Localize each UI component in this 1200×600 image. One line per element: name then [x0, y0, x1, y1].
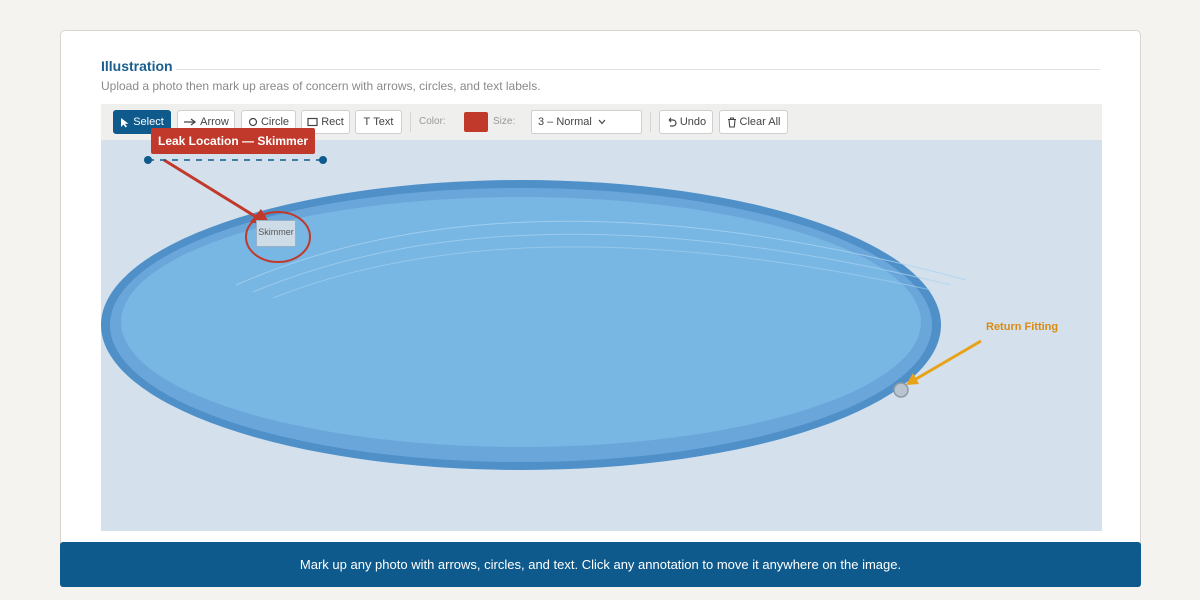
- section-subtitle: Upload a photo then mark up areas of con…: [101, 79, 541, 93]
- title-divider: [176, 69, 1100, 70]
- toolbar-divider: [650, 112, 651, 132]
- skimmer-arrow-annotation[interactable]: [163, 158, 262, 222]
- color-label: Color:: [419, 116, 446, 127]
- undo-label: Undo: [679, 116, 707, 128]
- chevron-down-icon: [598, 119, 606, 125]
- rect-icon: [307, 117, 318, 127]
- size-label: Size:: [493, 116, 516, 127]
- pool-water: [121, 197, 921, 447]
- markup-canvas[interactable]: Skimmer Return Fitting: [101, 140, 1102, 531]
- leak-location-label[interactable]: Leak Location — Skimmer: [151, 128, 316, 154]
- circle-icon: [248, 117, 258, 127]
- arrow-tool-label: Arrow: [200, 116, 229, 128]
- pool-image: [101, 156, 982, 470]
- selection-handle[interactable]: [319, 156, 327, 164]
- section-title: Illustration: [101, 58, 173, 74]
- circle-tool-label: Circle: [260, 116, 290, 128]
- trash-icon: [727, 116, 736, 128]
- undo-button[interactable]: Undo: [659, 110, 713, 134]
- rect-tool-label: Rect: [321, 116, 344, 128]
- color-swatch[interactable]: [464, 112, 488, 132]
- size-value: 3 – Normal: [538, 116, 592, 128]
- text-icon: T: [363, 116, 371, 128]
- undo-icon: [668, 117, 677, 127]
- text-tool-label: Text: [373, 116, 394, 128]
- illustration-card: Illustration Upload a photo then mark up…: [60, 30, 1141, 570]
- select-icon: [121, 117, 129, 127]
- return-fitting: [893, 382, 909, 398]
- toolbar-divider: [410, 112, 411, 132]
- clear-all-label: Clear All: [739, 116, 781, 128]
- select-tool-label: Select: [133, 116, 164, 128]
- arrow-icon: [184, 118, 197, 126]
- size-select[interactable]: 3 – Normal: [531, 110, 642, 134]
- return-fitting-label[interactable]: Return Fitting: [986, 321, 1058, 333]
- text-tool-button[interactable]: T Text: [355, 110, 402, 134]
- skimmer-box: Skimmer: [256, 220, 296, 247]
- footer-hint-bar: Mark up any photo with arrows, circles, …: [60, 542, 1141, 587]
- selection-handle[interactable]: [144, 156, 152, 164]
- clear-all-button[interactable]: Clear All: [719, 110, 788, 134]
